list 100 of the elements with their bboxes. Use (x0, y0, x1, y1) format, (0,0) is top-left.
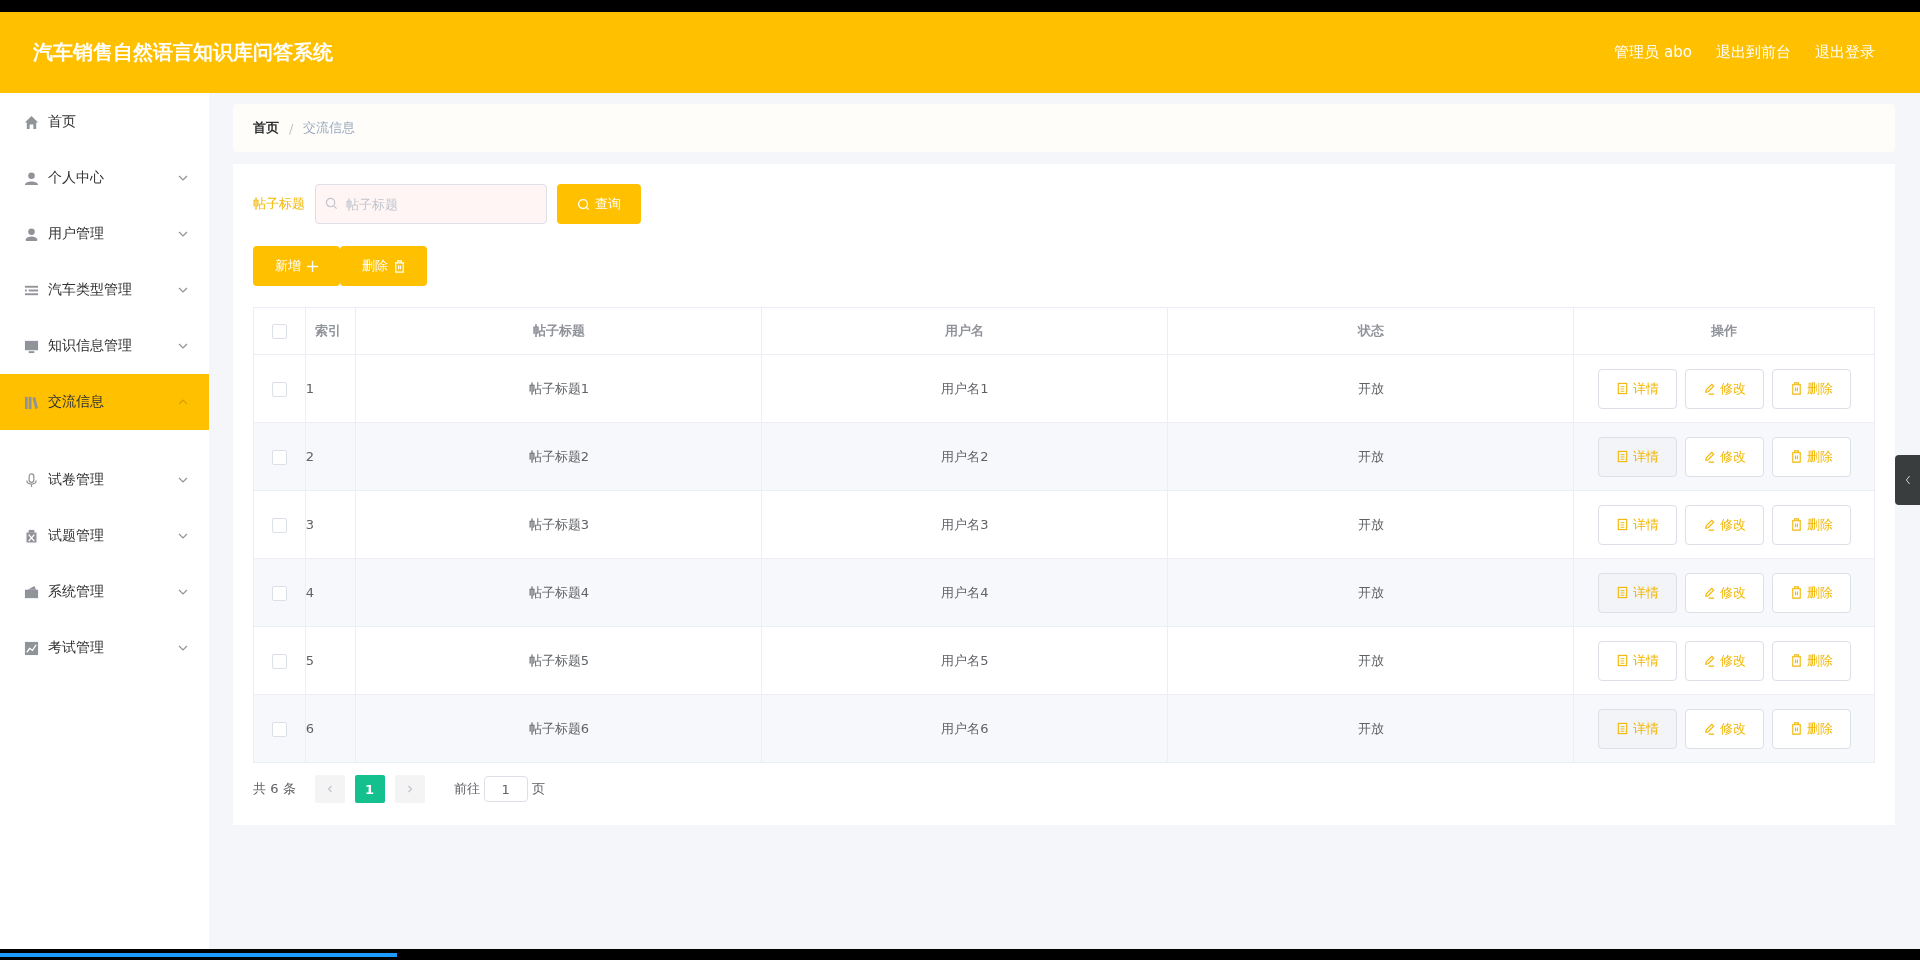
search-icon (325, 197, 338, 210)
sidebar-item[interactable]: 首页 (0, 94, 209, 150)
column-header: 帖子标题 (532, 323, 585, 338)
sidebar-item[interactable]: 汽车类型管理 (0, 262, 209, 318)
row-checkbox[interactable] (271, 721, 287, 737)
page-button[interactable]: 1 (354, 775, 385, 803)
row-checkbox[interactable] (271, 449, 287, 465)
trash-icon (1789, 586, 1803, 599)
clipboard-icon (24, 528, 39, 544)
person-icon (24, 170, 39, 186)
breadcrumb-link[interactable]: 首页 (253, 119, 279, 137)
table-cell: 开放 (1357, 720, 1384, 736)
select-all-checkbox[interactable] (271, 324, 287, 339)
video-progress-bar[interactable] (0, 949, 1920, 960)
document-icon (1615, 450, 1629, 463)
details-button[interactable]: 详情 (1597, 504, 1677, 545)
header-link[interactable]: 管理员 abo (1614, 43, 1692, 62)
details-button[interactable]: 详情 (1597, 436, 1677, 477)
sidebar-item[interactable]: 用户管理 (0, 206, 209, 262)
search-label: 帖子标题 (253, 195, 305, 213)
app-title: 汽车销售自然语言知识库问答系统 (33, 39, 333, 66)
table-cell: 帖子标题1 (528, 380, 589, 396)
trash-icon (1789, 518, 1803, 531)
microphone-icon (24, 472, 39, 488)
delete-button[interactable]: 删除 (1771, 708, 1851, 749)
pencil-icon (1702, 654, 1716, 667)
column-header: 用户名 (945, 323, 985, 338)
chart-icon (24, 640, 39, 656)
column-header: 操作 (1711, 323, 1738, 338)
details-button[interactable]: 详情 (1597, 640, 1677, 681)
details-button[interactable]: 详情 (1597, 708, 1677, 749)
delete-button[interactable]: 删除 (1771, 504, 1851, 545)
details-button[interactable]: 详情 (1597, 368, 1677, 409)
previous-page-button[interactable] (314, 775, 345, 803)
delete-button[interactable]: 删除 (1771, 436, 1851, 477)
trash-icon (1789, 450, 1803, 463)
table-cell: 1 (305, 381, 314, 396)
pencil-icon (1702, 722, 1716, 735)
trash-icon (1789, 382, 1803, 395)
row-checkbox[interactable] (271, 653, 287, 669)
row-checkbox[interactable] (271, 585, 287, 601)
edit-button[interactable]: 修改 (1684, 436, 1764, 477)
edit-button[interactable]: 修改 (1684, 572, 1764, 613)
pencil-icon (1702, 450, 1716, 463)
edit-button[interactable]: 修改 (1684, 708, 1764, 749)
home-icon (24, 114, 39, 130)
delete-button[interactable]: 删除 (1771, 640, 1851, 681)
document-icon (1615, 518, 1629, 531)
row-checkbox[interactable] (271, 517, 287, 533)
table-cell: 用户名2 (941, 448, 989, 464)
page-suffix: 页 (531, 780, 545, 798)
header-link[interactable]: 退出到前台 (1716, 43, 1791, 62)
next-page-button[interactable] (394, 775, 425, 803)
sidebar-item[interactable]: 试卷管理 (0, 452, 209, 508)
table-cell: 帖子标题5 (528, 652, 589, 668)
sidebar-item[interactable]: 知识信息管理 (0, 318, 209, 374)
header-link[interactable]: 退出登录 (1815, 43, 1875, 62)
pencil-icon (1702, 382, 1716, 395)
pencil-icon (1702, 586, 1716, 599)
pencil-icon (1702, 518, 1716, 531)
trash-icon (1789, 654, 1803, 667)
table-cell: 开放 (1357, 380, 1384, 396)
sidebar-item[interactable]: 试题管理 (0, 508, 209, 564)
details-button[interactable]: 详情 (1597, 572, 1677, 613)
trash-icon (1789, 722, 1803, 735)
add-button[interactable]: 新增 (253, 246, 340, 286)
delete-button[interactable]: 删除 (1771, 572, 1851, 613)
search-button[interactable]: 查询 (557, 184, 641, 224)
sidebar-item[interactable]: 交流信息 (0, 374, 209, 430)
monitor-icon (24, 338, 39, 354)
table-cell: 开放 (1357, 584, 1384, 600)
sidebar-item[interactable]: 考试管理 (0, 620, 209, 676)
table-cell: 帖子标题6 (528, 720, 589, 736)
table-cell: 开放 (1357, 652, 1384, 668)
trash-icon (392, 259, 406, 273)
table-cell: 5 (305, 653, 314, 668)
page-input[interactable]: 1 (483, 776, 528, 802)
table-cell: 2 (305, 449, 314, 464)
delete-button[interactable]: 删除 (1771, 368, 1851, 409)
table-cell: 用户名1 (941, 380, 989, 396)
chevron-left-icon (1903, 474, 1912, 486)
table-cell: 用户名4 (941, 584, 989, 600)
sidebar-item[interactable]: 个人中心 (0, 150, 209, 206)
document-icon (1615, 586, 1629, 599)
collapse-tab[interactable] (1895, 455, 1920, 505)
table-cell: 开放 (1357, 448, 1384, 464)
breadcrumb-link[interactable]: 交流信息 (303, 119, 356, 137)
document-icon (1615, 382, 1629, 395)
table-cell: 6 (305, 721, 314, 736)
table-cell: 帖子标题3 (528, 516, 589, 532)
table-cell: 用户名6 (941, 720, 989, 736)
table-cell: 用户名5 (941, 652, 989, 668)
delete-button[interactable]: 删除 (340, 246, 427, 286)
edit-button[interactable]: 修改 (1684, 368, 1764, 409)
edit-button[interactable]: 修改 (1684, 640, 1764, 681)
edit-button[interactable]: 修改 (1684, 504, 1764, 545)
table-cell: 4 (305, 585, 314, 600)
sidebar-item[interactable]: 系统管理 (0, 564, 209, 620)
row-checkbox[interactable] (271, 381, 287, 397)
search-icon (577, 197, 590, 211)
